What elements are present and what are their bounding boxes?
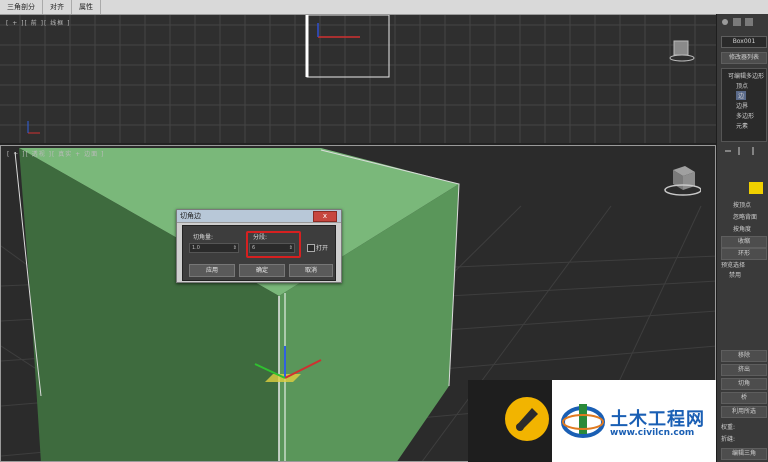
viewcube-icon[interactable]	[668, 37, 698, 67]
crease-label: 折缝:	[721, 436, 736, 443]
brush-logo-icon	[505, 397, 549, 441]
front-viewport-label[interactable]: [ + ][ 前 ][ 线框 ]	[6, 18, 71, 27]
bridge-button[interactable]: 桥	[721, 392, 767, 404]
chamfer-amount-spinner[interactable]: 1.0 ⇕	[189, 243, 239, 253]
menu-properties[interactable]: 属性	[72, 0, 101, 14]
cancel-button[interactable]: 取消	[289, 264, 333, 277]
perspective-viewport-label[interactable]: [ + ][ 透视 ][ 真实 + 边面 ]	[7, 149, 104, 158]
chamfer-amount-label: 切角量:	[193, 234, 214, 241]
by-angle-checkbox[interactable]: 按角度	[733, 224, 751, 233]
open-label: 打开	[316, 245, 329, 252]
watermark-url: www.civilcn.com	[610, 428, 695, 438]
stack-editable-poly[interactable]: 可编辑多边形	[728, 71, 764, 80]
menu-bar: 三角剖分 对齐 属性	[0, 0, 768, 15]
ignore-backface-checkbox[interactable]: 忽略背面	[733, 212, 757, 221]
open-checkbox[interactable]	[307, 244, 315, 252]
modifier-stack: 可编辑多边形 顶点 边 边界 多边形 元素	[721, 68, 767, 142]
extrude-button[interactable]: 挤出	[721, 364, 767, 376]
vertex-select-icon[interactable]	[749, 182, 763, 194]
spinner-arrows-icon[interactable]: ⇕	[233, 244, 237, 252]
watermark-dark-area	[468, 380, 552, 462]
stack-vertex[interactable]: 顶点	[736, 81, 748, 90]
weight-label: 权重:	[721, 424, 736, 431]
object-name-field[interactable]: Box001	[721, 36, 767, 48]
ok-button[interactable]: 确定	[239, 264, 285, 277]
front-box-outline	[306, 15, 390, 78]
shrink-button[interactable]: 收缩	[721, 236, 767, 248]
remove-button[interactable]: 移除	[721, 350, 767, 362]
front-grid	[0, 15, 716, 143]
chamfer-edge-dialog: 切角边 x 切角量: 1.0 ⇕ 分段: 6 ⇕ 打开 应用 确定 取消	[176, 209, 342, 283]
stack-border[interactable]: 边界	[736, 101, 748, 110]
stack-tool-icons	[725, 147, 754, 155]
stack-element[interactable]: 元素	[736, 121, 748, 130]
preview-selection-label: 预览选择	[721, 262, 746, 269]
dialog-title: 切角边	[180, 212, 201, 220]
stack-edge[interactable]: 边	[736, 91, 747, 100]
front-viewport[interactable]: [ + ][ 前 ][ 线框 ]	[0, 15, 716, 145]
dialog-body: 切角量: 1.0 ⇕ 分段: 6 ⇕ 打开 应用 确定 取消	[182, 225, 336, 281]
stack-polygon[interactable]: 多边形	[736, 111, 754, 120]
chamfer-button[interactable]: 切角	[721, 378, 767, 390]
dialog-close-button[interactable]: x	[313, 211, 337, 222]
disable-radio[interactable]: 禁用	[729, 270, 741, 279]
edit-triangulation-button[interactable]: 编辑三角	[721, 448, 767, 460]
ring-button[interactable]: 环形	[721, 248, 767, 260]
command-panel: Box001 修改器列表 可编辑多边形 顶点 边 边界 多边形 元素 按顶点 忽…	[716, 14, 768, 462]
menu-align[interactable]: 对齐	[43, 0, 72, 14]
panel-tab-icons	[722, 18, 753, 26]
apply-button[interactable]: 应用	[189, 264, 235, 277]
civil-logo-icon	[561, 404, 605, 438]
by-vertex-checkbox[interactable]: 按顶点	[733, 200, 751, 209]
use-selection-button[interactable]: 利用所选	[721, 406, 767, 418]
segments-highlight-box	[246, 231, 301, 258]
dialog-titlebar[interactable]: 切角边 x	[177, 210, 341, 223]
viewcube-persp-icon[interactable]	[661, 164, 701, 200]
chamfer-amount-value: 1.0	[192, 245, 200, 251]
menu-triangulate[interactable]: 三角剖分	[0, 0, 43, 14]
watermark-logo: 土木工程网 www.civilcn.com	[552, 380, 716, 462]
modifier-list-dropdown[interactable]: 修改器列表	[721, 52, 767, 64]
